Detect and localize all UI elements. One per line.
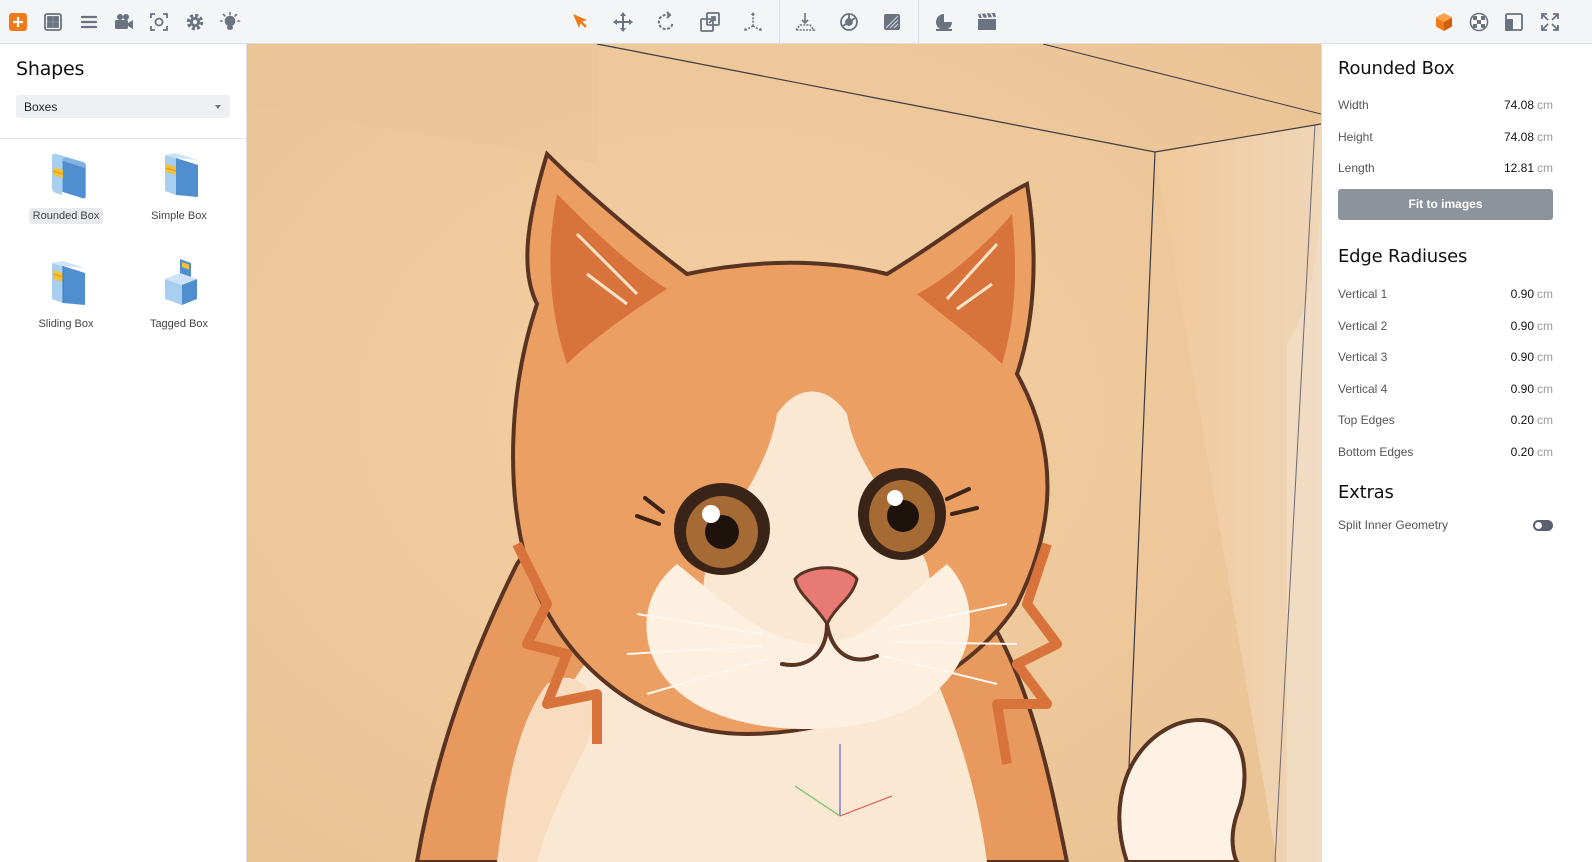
length-field[interactable]: Length 12.81 cm bbox=[1338, 159, 1553, 179]
cube-icon[interactable] bbox=[1430, 8, 1458, 36]
properties-panel: Rounded Box Width 74.08 cm Height 74.08 cm… bbox=[1321, 44, 1592, 862]
panels-icon[interactable] bbox=[1500, 8, 1528, 36]
bottom-edges-field[interactable]: Bottom Edges 0.20 cm bbox=[1338, 443, 1553, 463]
checker-icon[interactable] bbox=[1465, 8, 1493, 36]
shape-item-simple-box[interactable]: Simple Box bbox=[129, 149, 229, 239]
shape-item-rounded-box[interactable]: Rounded Box bbox=[16, 149, 116, 239]
vertical-1-field[interactable]: Vertical 1 0.90 cm bbox=[1338, 285, 1553, 305]
height-value[interactable]: 74.08 bbox=[1504, 130, 1534, 144]
properties-title: Rounded Box bbox=[1338, 58, 1455, 79]
fit-to-images-button[interactable]: Fit to images bbox=[1338, 189, 1553, 220]
shading-icon[interactable] bbox=[878, 8, 906, 36]
fullscreen-icon[interactable] bbox=[1536, 8, 1564, 36]
add-icon[interactable] bbox=[4, 8, 32, 36]
shape-category-value: Boxes bbox=[24, 100, 58, 114]
shape-label: Rounded Box bbox=[28, 208, 104, 224]
grid-icon[interactable] bbox=[39, 8, 67, 36]
rotate-icon[interactable] bbox=[652, 8, 680, 36]
environment-icon[interactable] bbox=[930, 8, 958, 36]
sliding-box-icon bbox=[52, 261, 85, 305]
height-label: Height bbox=[1338, 130, 1373, 144]
split-inner-geometry-label: Split Inner Geometry bbox=[1338, 518, 1449, 532]
vertical-1-label: Vertical 1 bbox=[1338, 287, 1388, 301]
length-unit: cm bbox=[1537, 161, 1553, 175]
shape-item-sliding-box[interactable]: Sliding Box bbox=[16, 257, 116, 347]
width-label: Width bbox=[1338, 98, 1369, 112]
clapperboard-icon[interactable] bbox=[973, 8, 1001, 36]
move-icon[interactable] bbox=[609, 8, 637, 36]
vertical-4-field[interactable]: Vertical 4 0.90 cm bbox=[1338, 380, 1553, 400]
panel-divider bbox=[0, 138, 246, 139]
vertical-1-unit: cm bbox=[1537, 287, 1553, 301]
vertical-2-field[interactable]: Vertical 2 0.90 cm bbox=[1338, 317, 1553, 337]
vertical-3-unit: cm bbox=[1537, 350, 1553, 364]
rounded-box-icon bbox=[52, 153, 86, 199]
length-label: Length bbox=[1338, 161, 1375, 175]
bottom-edges-value[interactable]: 0.20 bbox=[1511, 445, 1534, 459]
main-toolbar bbox=[0, 0, 1592, 44]
width-field[interactable]: Width 74.08 cm bbox=[1338, 96, 1553, 116]
height-field[interactable]: Height 74.08 cm bbox=[1338, 128, 1553, 148]
texture-icon[interactable] bbox=[835, 8, 863, 36]
height-unit: cm bbox=[1537, 130, 1553, 144]
bottom-edges-label: Bottom Edges bbox=[1338, 445, 1414, 459]
top-edges-label: Top Edges bbox=[1338, 413, 1395, 427]
vertical-3-field[interactable]: Vertical 3 0.90 cm bbox=[1338, 348, 1553, 368]
scale-icon[interactable] bbox=[696, 8, 724, 36]
3d-viewport[interactable] bbox=[247, 44, 1321, 862]
edge-radiuses-title: Edge Radiuses bbox=[1338, 246, 1468, 267]
bottom-edges-unit: cm bbox=[1537, 445, 1553, 459]
shape-category-select[interactable]: Boxes bbox=[16, 95, 230, 118]
chevron-down-icon bbox=[215, 105, 221, 109]
camera-icon[interactable] bbox=[110, 8, 138, 36]
vertical-4-value[interactable]: 0.90 bbox=[1511, 382, 1534, 396]
simple-box-icon bbox=[165, 153, 198, 197]
vertical-1-value[interactable]: 0.90 bbox=[1511, 287, 1534, 301]
box-render bbox=[247, 44, 1321, 862]
select-arrow-icon[interactable] bbox=[566, 8, 594, 36]
shapes-title: Shapes bbox=[16, 58, 85, 80]
shapes-panel: Shapes Boxes Rounded Box Simple Box Slid… bbox=[0, 44, 247, 862]
width-value[interactable]: 74.08 bbox=[1504, 98, 1534, 112]
top-edges-value[interactable]: 0.20 bbox=[1511, 413, 1534, 427]
shape-label: Tagged Box bbox=[149, 318, 209, 330]
vertical-4-label: Vertical 4 bbox=[1338, 382, 1388, 396]
shape-item-tagged-box[interactable]: Tagged Box bbox=[129, 257, 229, 347]
shape-label: Simple Box bbox=[151, 210, 207, 222]
top-edges-unit: cm bbox=[1537, 413, 1553, 427]
top-edges-field[interactable]: Top Edges 0.20 cm bbox=[1338, 411, 1553, 431]
vertical-4-unit: cm bbox=[1537, 382, 1553, 396]
tagged-box-icon bbox=[165, 259, 197, 305]
axes-icon[interactable] bbox=[739, 8, 767, 36]
vertical-3-value[interactable]: 0.90 bbox=[1511, 350, 1534, 364]
extras-title: Extras bbox=[1338, 482, 1394, 503]
width-unit: cm bbox=[1537, 98, 1553, 112]
vertical-3-label: Vertical 3 bbox=[1338, 350, 1388, 364]
focus-icon[interactable] bbox=[145, 8, 173, 36]
split-inner-geometry-toggle[interactable] bbox=[1533, 520, 1553, 531]
vertical-2-value[interactable]: 0.90 bbox=[1511, 319, 1534, 333]
vertical-2-unit: cm bbox=[1537, 319, 1553, 333]
vertical-2-label: Vertical 2 bbox=[1338, 319, 1388, 333]
length-value[interactable]: 12.81 bbox=[1504, 161, 1534, 175]
split-inner-geometry-row: Split Inner Geometry bbox=[1338, 516, 1553, 536]
list-icon[interactable] bbox=[75, 8, 103, 36]
gear-icon[interactable] bbox=[181, 8, 209, 36]
light-icon[interactable] bbox=[216, 8, 244, 36]
shape-label: Sliding Box bbox=[38, 318, 94, 330]
align-floor-icon[interactable] bbox=[791, 8, 819, 36]
